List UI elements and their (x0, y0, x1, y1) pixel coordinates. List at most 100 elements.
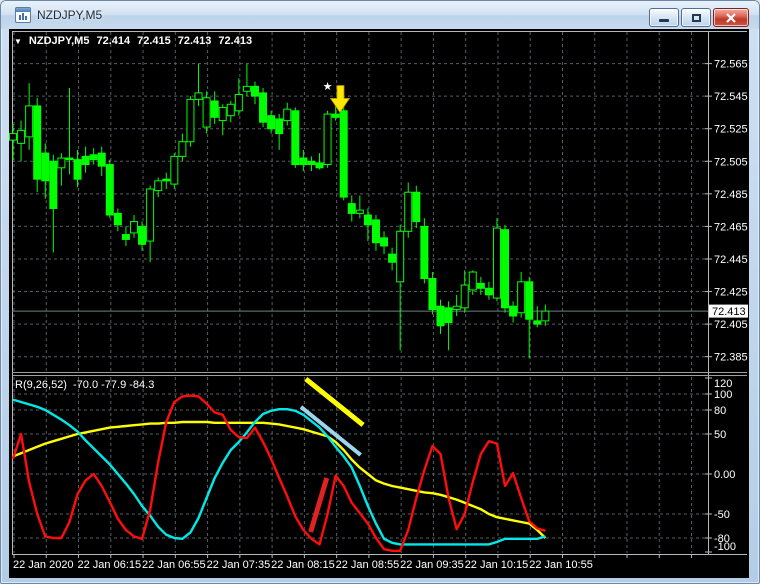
indicator-values: -70.0 -77.9 -84.3 (72, 379, 155, 391)
price-axis-label: 72.525 (714, 124, 748, 136)
bull-candle-body (186, 98, 195, 143)
bear-candle-body (444, 307, 453, 324)
chart-window-icon (15, 7, 31, 23)
bear-candle-body (267, 115, 276, 130)
bear-candle-body (33, 105, 42, 180)
chart-canvas[interactable]: ★ 72.565 72.545 72.525 72.505 72.485 72.465 72.… (9, 29, 749, 578)
bull-candle-body (9, 133, 17, 141)
chevron-down-icon[interactable]: ▼ (14, 37, 22, 46)
bear-candle-body (138, 225, 147, 245)
bull-candle-body (355, 209, 364, 214)
bear-candle-body (162, 178, 171, 182)
bear-candle-body (97, 152, 106, 167)
icon-bar (22, 13, 24, 20)
bear-candle-body (509, 305, 518, 317)
indicator-axis-label: 50 (714, 429, 726, 441)
bear-candle-body (49, 160, 58, 210)
price-axis-label: 72.405 (714, 319, 748, 331)
price-axis-label: 72.385 (714, 352, 748, 364)
time-axis-label: 22 Jan 09:35 (400, 559, 464, 571)
bull-candle-body (178, 141, 187, 157)
indicator-axis-label: 100 (714, 389, 732, 401)
time-axis-label: 22 Jan 10:55 (529, 559, 593, 571)
bull-candle-body (404, 191, 413, 232)
bear-candle-body (525, 281, 534, 320)
price-axis-label: 72.445 (714, 254, 748, 266)
window-titlebar[interactable]: NZDJPY,M5 (1, 1, 759, 29)
bull-candle-body (25, 105, 34, 138)
bull-candle-body (194, 92, 203, 100)
bull-candle-body (242, 85, 251, 92)
bear-candle-body (121, 234, 130, 240)
bull-candle-body (517, 281, 526, 314)
bull-candle-body (154, 180, 163, 192)
bull-candle-body (226, 103, 235, 117)
icon-titlebar-stripe (16, 8, 30, 12)
price-axis-label: 72.465 (714, 221, 748, 233)
bear-candle-body (380, 237, 389, 247)
bear-candle-body (65, 157, 74, 161)
chart-client-area[interactable]: ▼ NZDJPY,M5 72.414 72.415 72.413 72.413 … (9, 29, 749, 578)
bull-candle-body (170, 155, 179, 185)
bear-candle-body (436, 305, 445, 327)
bear-candle-body (420, 225, 429, 280)
bull-candle-body (323, 113, 332, 166)
bear-candle-body (347, 203, 356, 214)
bear-candle-body (250, 85, 259, 97)
time-axis-label: 22 Jan 10:15 (465, 559, 529, 571)
minimize-button[interactable] (649, 8, 679, 27)
bear-candle-body (533, 320, 542, 325)
bear-candle-body (412, 191, 421, 223)
bear-candle-body (388, 253, 397, 263)
time-axis-label: 22 Jan 08:55 (336, 559, 400, 571)
price-axis-label: 72.505 (714, 156, 748, 168)
bull-candle-body (129, 221, 138, 234)
bear-candle-body (41, 152, 50, 182)
bear-candle-body (501, 229, 510, 309)
bear-candle-body (363, 214, 372, 226)
high-value: 72.415 (137, 35, 171, 47)
low-value: 72.413 (177, 35, 212, 47)
sell-arrow-icon[interactable] (329, 85, 351, 114)
bear-candle-body (291, 110, 300, 166)
bear-candle-body (81, 155, 90, 166)
bull-candle-body (234, 94, 243, 112)
bear-candle-body (105, 164, 114, 216)
time-axis-label: 22 Jan 06:55 (142, 559, 206, 571)
star-icon[interactable]: ★ (323, 81, 333, 93)
price-axis-label: 72.485 (714, 189, 748, 201)
indicator-name: R(9,26,52) (15, 379, 67, 391)
bull-candle-body (218, 107, 227, 122)
bull-candle-body (202, 97, 211, 128)
time-axis-label: 22 Jan 08:15 (271, 559, 335, 571)
bear-candle-body (89, 154, 98, 161)
bear-candle-body (299, 157, 308, 166)
bull-candle-body (146, 188, 155, 242)
minimize-icon (659, 19, 669, 22)
bear-candle-body (259, 92, 268, 123)
bear-candle-body (484, 287, 493, 296)
bear-candle-body (315, 162, 324, 169)
close-value: 72.413 (218, 35, 253, 47)
time-axis-label: 22 Jan 06:15 (78, 559, 142, 571)
bull-candle-body (452, 305, 461, 310)
chart-ohlc-header: ▼ NZDJPY,M5 72.414 72.415 72.413 72.413 (14, 35, 252, 47)
restore-icon (691, 13, 701, 22)
open-value: 72.414 (96, 35, 131, 47)
indicator-axis-label: 0.00 (714, 469, 735, 481)
restore-button[interactable] (681, 8, 711, 27)
window-controls (647, 8, 749, 27)
indicator-axis-label: -100 (714, 541, 736, 553)
bear-candle-body (307, 160, 316, 166)
price-axis-label: 72.545 (714, 91, 748, 103)
chart-symbol-label: NZDJPY,M5 (28, 35, 90, 47)
bull-candle-body (17, 129, 26, 144)
bear-candle-body (275, 118, 284, 135)
mt4-chart-window: NZDJPY,M5 ▼ NZDJPY,M5 72.414 72.415 72.4… (0, 0, 760, 584)
bull-candle-body (492, 227, 501, 299)
bear-candle-body (428, 278, 437, 310)
window-title: NZDJPY,M5 (37, 8, 103, 22)
price-axis-label: 72.565 (714, 59, 748, 71)
bull-candle-body (396, 230, 405, 283)
close-button[interactable] (713, 8, 749, 27)
